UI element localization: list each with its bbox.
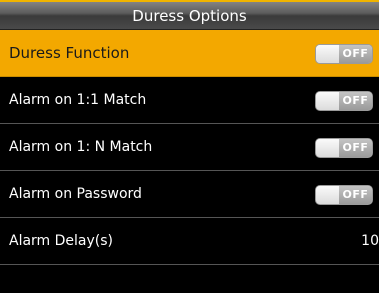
row-alarm-1-1-match[interactable]: Alarm on 1:1 Match OFF xyxy=(0,77,379,124)
title-bar: Duress Options xyxy=(0,0,379,30)
row-label: Alarm on Password xyxy=(9,186,142,202)
toggle-state-label: OFF xyxy=(339,92,372,110)
toggle-knob xyxy=(316,92,340,110)
toggle-state-label: OFF xyxy=(339,45,372,63)
options-list: Duress Function OFF Alarm on 1:1 Match O… xyxy=(0,30,379,265)
toggle-knob xyxy=(316,45,340,63)
toggle-knob xyxy=(316,139,340,157)
row-label: Alarm on 1: N Match xyxy=(9,139,153,155)
row-label: Duress Function xyxy=(9,44,130,62)
duress-options-screen: Duress Options Duress Function OFF Alarm… xyxy=(0,0,379,293)
toggle-state-label: OFF xyxy=(339,186,372,204)
alarm-delay-value: 10 xyxy=(361,233,379,249)
duress-function-toggle[interactable]: OFF xyxy=(315,44,373,64)
row-alarm-on-password[interactable]: Alarm on Password OFF xyxy=(0,171,379,218)
row-duress-function[interactable]: Duress Function OFF xyxy=(0,30,379,77)
row-label: Alarm on 1:1 Match xyxy=(9,92,147,108)
row-alarm-delay[interactable]: Alarm Delay(s) 10 xyxy=(0,218,379,265)
alarm-1-n-match-toggle[interactable]: OFF xyxy=(315,138,373,158)
row-alarm-1-n-match[interactable]: Alarm on 1: N Match OFF xyxy=(0,124,379,171)
alarm-on-password-toggle[interactable]: OFF xyxy=(315,185,373,205)
toggle-knob xyxy=(316,186,340,204)
toggle-state-label: OFF xyxy=(339,139,372,157)
row-label: Alarm Delay(s) xyxy=(9,233,114,249)
page-title: Duress Options xyxy=(132,7,247,25)
alarm-1-1-match-toggle[interactable]: OFF xyxy=(315,91,373,111)
